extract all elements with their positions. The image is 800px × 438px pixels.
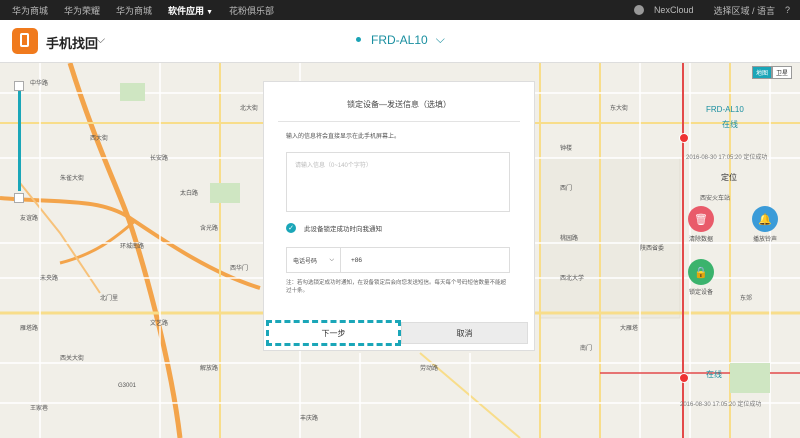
map-label: 朱雀大街 [60, 176, 85, 182]
nav-item-2[interactable]: 华为荣耀 [64, 4, 100, 17]
map-label: 文艺路 [150, 321, 169, 327]
nav-item-3[interactable]: 华为商城 [116, 4, 152, 17]
top-nav-bar: 华为商城 华为荣耀 华为商城 软件应用 ▼ 花粉俱乐部 NexCloud 选择区域… [0, 0, 800, 20]
message-textarea[interactable]: 请输入信息（0~140个字符） [286, 152, 510, 212]
play-ringtone-button[interactable]: 🔔 播放铃声 [745, 206, 785, 243]
trash-icon: 🗑 [688, 206, 714, 232]
erase-data-label: 清除数据 [688, 237, 713, 243]
notify-checkbox-label: 此设备锁定成功时向我通知 [304, 226, 382, 233]
nav-item-software-label: 软件应用 [168, 5, 205, 16]
map-label: 西关大街 [60, 356, 85, 362]
device-status-time-2: 2016-08-30 17:05:20 定位成功 [680, 402, 762, 408]
help-icon[interactable]: ? [785, 5, 790, 15]
map-label: 大雁塔 [620, 326, 639, 332]
phone-input-row: 电话号码 ⌵ +86 [286, 247, 510, 273]
nav-item-1[interactable]: 华为商城 [12, 4, 48, 17]
zoom-track[interactable] [18, 91, 21, 191]
map-label: 东郊 [740, 296, 753, 302]
device-name: FRD-AL10 [371, 32, 428, 47]
map-label: 陕西省委 [640, 246, 665, 252]
cancel-button[interactable]: 取消 [401, 322, 528, 344]
device-status-state: 在线 [722, 120, 738, 129]
device-status-state-2: 在线 [706, 370, 722, 379]
play-ringtone-label: 播放铃声 [752, 237, 777, 243]
device-status-time: 2016-08-30 17:05:20 定位成功 [686, 155, 768, 161]
online-dot-icon [356, 37, 361, 42]
map-label: 钟楼 [560, 146, 573, 152]
lock-device-dialog: 锁定设备—发送信息（选填） 输入的信息将会直接显示在此手机屏幕上。 请输入信息（… [264, 82, 534, 350]
map-label: 雁塔路 [20, 326, 39, 332]
bell-icon: 🔔 [752, 206, 778, 232]
nav-item-software[interactable]: 软件应用 ▼ [168, 4, 213, 17]
caret-down-icon: ▼ [206, 8, 213, 16]
map-label: 西门 [560, 186, 573, 192]
contact-type-value: 电话号码 [293, 258, 318, 265]
map-label: 含光路 [200, 226, 219, 232]
map-label: 中华路 [30, 81, 49, 87]
map-label: 西安火车站 [700, 196, 731, 202]
map-type-toggle: 地图 卫星 [751, 66, 792, 79]
user-name: NexCloud [653, 4, 694, 15]
zoom-out-button[interactable] [14, 193, 24, 203]
phone-icon [20, 33, 29, 47]
map-label: 桃园路 [560, 236, 579, 242]
erase-data-button[interactable]: 🗑 清除数据 [681, 206, 721, 243]
map-label: G3001 [118, 383, 137, 389]
map-label: 解放路 [200, 366, 219, 372]
locate-button[interactable]: 定位 [721, 172, 737, 183]
lock-device-button[interactable]: 🔒 锁定设备 [681, 259, 721, 296]
device-selector[interactable]: FRD-AL10 ⌵ [356, 32, 445, 47]
map-label: 太白路 [180, 191, 199, 197]
location-pin-icon[interactable] [679, 133, 689, 143]
app-title: 手机找回 [46, 36, 99, 51]
map-label: 西华门 [230, 266, 249, 272]
chevron-down-icon: ⌵ [329, 256, 334, 263]
location-pin-icon[interactable] [679, 373, 689, 383]
lock-device-label: 锁定设备 [688, 290, 713, 296]
phone-number-input[interactable]: +86 [341, 257, 362, 264]
dialog-note: 注：若勾选锁定成功时通知，在设备锁定后会向您发送短信。每天每个号码短信数量不能超… [286, 280, 507, 294]
checkmark-icon[interactable]: ✓ [286, 223, 296, 233]
app-header: 手机找回 ⌵ FRD-AL10 ⌵ [0, 20, 800, 63]
contact-type-select[interactable]: 电话号码 ⌵ [287, 248, 341, 272]
map-label: 劳动路 [420, 366, 439, 372]
chevron-down-icon: ⌵ [435, 32, 445, 46]
map-label: 西大街 [90, 136, 109, 142]
map-label: 王家巷 [30, 406, 49, 412]
avatar [633, 5, 644, 16]
app-logo [12, 28, 38, 54]
map-label: 西北大学 [560, 276, 585, 282]
zoom-slider[interactable] [14, 81, 24, 203]
user-area: NexCloud 选择区域 / 语言 ? [633, 0, 800, 20]
map-label: 未央路 [40, 276, 59, 282]
notify-checkbox-row[interactable]: ✓ 此设备锁定成功时向我通知 [286, 223, 382, 233]
map-label: 东大街 [610, 106, 629, 112]
map-label: 南门 [580, 346, 593, 352]
next-button[interactable]: 下一步 [266, 320, 401, 346]
map-label: 长安路 [150, 156, 169, 162]
map-label: 北门里 [100, 296, 119, 302]
map-type-satellite[interactable]: 卫星 [771, 66, 792, 79]
app-switcher-chevron-down-icon[interactable]: ⌵ [96, 32, 105, 47]
divider [278, 121, 520, 122]
map-label: 丰庆路 [300, 416, 319, 422]
map-label: 友谊路 [20, 216, 39, 222]
map-label: 北大街 [240, 106, 259, 112]
device-status-name: FRD-AL10 [706, 105, 744, 114]
nav-item-club[interactable]: 花粉俱乐部 [229, 4, 274, 17]
user-account[interactable]: NexCloud [633, 4, 704, 16]
map-type-map[interactable]: 地图 [751, 66, 772, 79]
dialog-hint: 输入的信息将会直接显示在此手机屏幕上。 [286, 134, 401, 140]
lock-icon: 🔒 [688, 259, 714, 285]
region-language-menu[interactable]: 选择区域 / 语言 [713, 4, 775, 17]
dialog-title: 锁定设备—发送信息（选填） [347, 100, 451, 109]
map-label: 环城南路 [120, 244, 145, 250]
zoom-in-button[interactable] [14, 81, 24, 91]
